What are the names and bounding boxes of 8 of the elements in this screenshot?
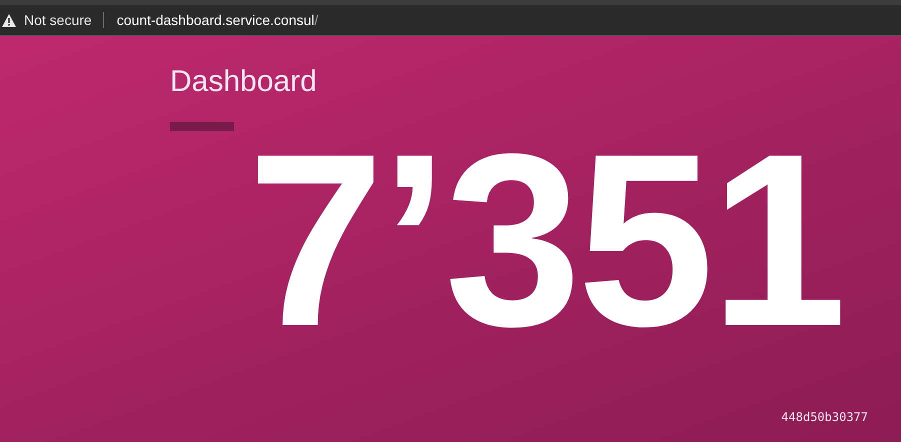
page-title: Dashboard	[170, 64, 318, 100]
warning-icon[interactable]	[2, 14, 16, 26]
url-path[interactable]: /	[314, 12, 318, 28]
security-label[interactable]: Not secure	[24, 12, 92, 28]
count-value: 7’351	[247, 141, 843, 341]
url-host[interactable]: count-dashboard.service.consul	[116, 12, 314, 28]
hostname-label: 448d50b30377	[781, 410, 868, 424]
title-underline	[170, 122, 234, 131]
